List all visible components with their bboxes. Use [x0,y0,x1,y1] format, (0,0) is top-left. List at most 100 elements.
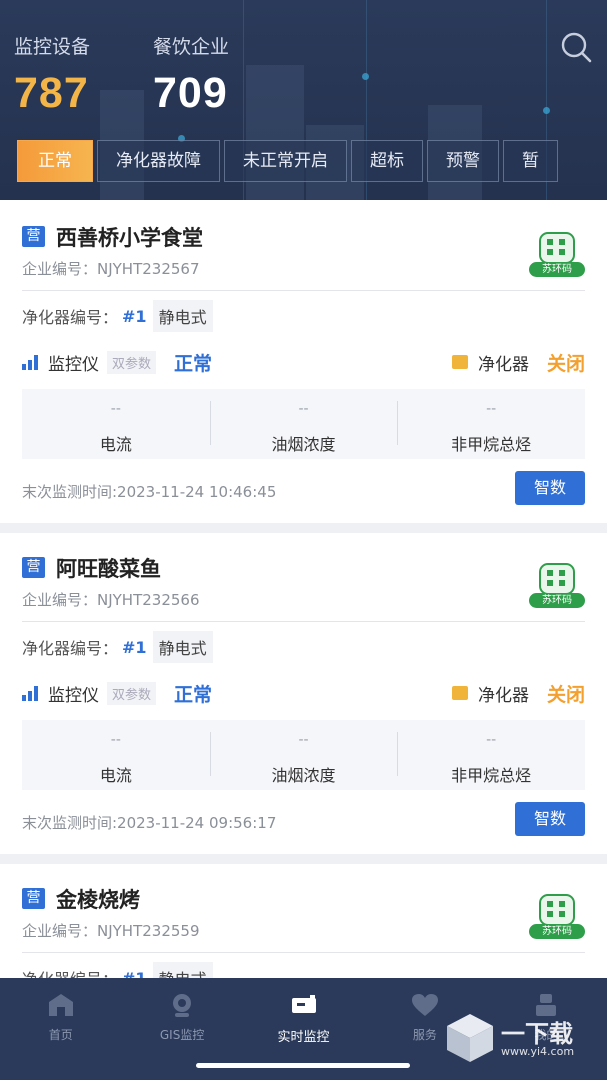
purifier-number: #1 [122,968,147,979]
metric-value: -- [298,732,309,748]
enterprise-card[interactable]: 营 西善桥小学食堂 企业编号：NJYHT232567 苏环码 净化器编号： #1… [0,200,607,523]
purifier-type: 静电式 [152,631,213,663]
watermark-url: www.yi4.com [501,1045,575,1058]
purifier-label: 净化器编号： [22,308,119,327]
qr-code-icon [539,894,575,926]
purifier-icon [451,355,468,369]
purifier-label: 净化器编号： [22,966,118,978]
metric-smoke: -- 油烟浓度 [209,389,398,459]
metric-nmhc: -- 非甲烷总烃 [397,389,585,459]
card-footer: 末次监测时间:2023-11-24 10:46:45 智数 [22,459,585,523]
enterprise-name: 阿旺酸菜鱼 [56,557,161,581]
stat-label: 监控设备 [14,36,91,58]
tab-warning[interactable]: 预警 [427,140,499,182]
metric-current: -- 电流 [22,720,210,790]
metric-name: 电流 [99,435,132,454]
status-tabs: 正常 净化器故障 未正常开启 超标 预警 暂 [17,140,576,184]
stat-label: 餐饮企业 [153,36,230,58]
purifier-name: 净化器 [477,354,529,375]
metrics-panel: -- 电流 -- 油烟浓度 -- 非甲烷总烃 [22,720,585,790]
qr-label: 苏环码 [529,593,585,608]
metric-name: 电流 [99,766,132,785]
metric-name: 非甲烷总烃 [451,766,532,785]
su-env-code[interactable]: 苏环码 [529,232,585,278]
tab-exceed[interactable]: 超标 [351,140,423,182]
enterprise-code: 企业编号：NJYHT232559 [22,922,200,940]
bg-dot [362,73,369,80]
metrics-panel: -- 电流 -- 油烟浓度 -- 非甲烷总烃 [22,389,585,459]
purifier-info: 净化器编号： #1 静电式 [22,291,585,341]
qr-label: 苏环码 [529,924,585,939]
metric-value: -- [486,401,497,417]
purifier-name: 净化器 [477,685,529,706]
smart-data-button[interactable]: 智数 [515,471,585,505]
purifier-number: #1 [122,637,147,657]
su-env-code[interactable]: 苏环码 [529,894,585,940]
status-badge: 营 [22,226,45,247]
watermark-text: 一下载 [501,1020,573,1048]
home-indicator[interactable] [196,1063,410,1068]
stat-value: 709 [153,69,228,117]
nav-home[interactable]: 首页 [0,978,121,1080]
stat-monitor-devices: 监控设备 787 [14,32,90,118]
enterprise-card[interactable]: 营 金棱烧烤 企业编号：NJYHT232559 苏环码 净化器编号： #1 静电… [0,864,607,978]
last-monitor-time: 末次监测时间:2023-11-24 09:56:17 [22,814,277,832]
qr-code-icon [539,232,575,264]
smart-data-button[interactable]: 智数 [515,802,585,836]
purifier-state: 净化器 关闭 [451,672,585,714]
enterprise-card[interactable]: 营 阿旺酸菜鱼 企业编号：NJYHT232566 苏环码 净化器编号： #1 静… [0,533,607,854]
enterprise-name: 金棱烧烤 [56,888,140,912]
status-row: 监控仪 双参数 正常 净化器 关闭 [22,341,585,383]
status-badge: 营 [22,888,45,909]
enterprise-list: 营 西善桥小学食堂 企业编号：NJYHT232567 苏环码 净化器编号： #1… [0,200,607,978]
qr-code-icon [539,563,575,595]
purifier-state: 净化器 关闭 [451,341,585,383]
tab-purifier-fault[interactable]: 净化器故障 [97,140,220,182]
metric-nmhc: -- 非甲烷总烃 [397,720,585,790]
metric-name: 油烟浓度 [271,435,336,454]
heart-icon [410,992,440,1018]
tab-paused[interactable]: 暂 [503,140,558,182]
purifier-info: 净化器编号： #1 静电式 [22,622,585,672]
nav-label: 实时监控 [277,1030,330,1045]
purifier-label: 净化器编号： [22,639,119,658]
tab-not-started[interactable]: 未正常开启 [224,140,347,182]
card-header: 营 金棱烧烤 企业编号：NJYHT232559 苏环码 [22,866,585,952]
param-tag: 双参数 [107,350,157,374]
last-monitor-time: 末次监测时间:2023-11-24 10:46:45 [22,483,277,501]
signal-icon [22,685,40,701]
purifier-icon [451,686,468,700]
purifier-type: 静电式 [152,962,213,978]
metric-value: -- [486,732,497,748]
nav-label: 首页 [48,1028,73,1042]
search-button[interactable] [558,30,594,66]
monitor-icon [289,992,319,1018]
tab-normal[interactable]: 正常 [17,140,93,182]
home-icon [46,992,76,1018]
monitor-status: 正常 [174,352,213,375]
su-env-code[interactable]: 苏环码 [529,563,585,609]
metric-value: -- [110,401,121,417]
purifier-type: 静电式 [152,300,213,332]
map-pin-icon [167,992,197,1018]
stat-value: 787 [14,69,89,117]
param-tag: 双参数 [107,681,157,705]
enterprise-name: 西善桥小学食堂 [56,226,203,250]
card-footer: 末次监测时间:2023-11-24 09:56:17 智数 [22,790,585,854]
qr-label: 苏环码 [529,262,585,277]
monitor-status: 正常 [174,683,213,706]
enterprise-code: 企业编号：NJYHT232566 [22,591,200,609]
purifier-info: 净化器编号： #1 静电式 [22,953,585,978]
bg-dot [543,107,550,114]
metric-name: 非甲烷总烃 [451,435,532,454]
search-icon [561,32,592,63]
header: 监控设备 787 餐饮企业 709 正常 净化器故障 未正常开启 超标 预警 暂 [0,0,607,200]
card-header: 营 阿旺酸菜鱼 企业编号：NJYHT232566 苏环码 [22,535,585,621]
purifier-status: 关闭 [546,352,585,375]
status-row: 监控仪 双参数 正常 净化器 关闭 [22,672,585,714]
metric-value: -- [298,401,309,417]
purifier-number: #1 [122,306,147,326]
nav-label: GIS监控 [159,1028,205,1042]
cube-logo-icon [447,1014,493,1062]
stat-restaurants: 餐饮企业 709 [153,32,229,118]
